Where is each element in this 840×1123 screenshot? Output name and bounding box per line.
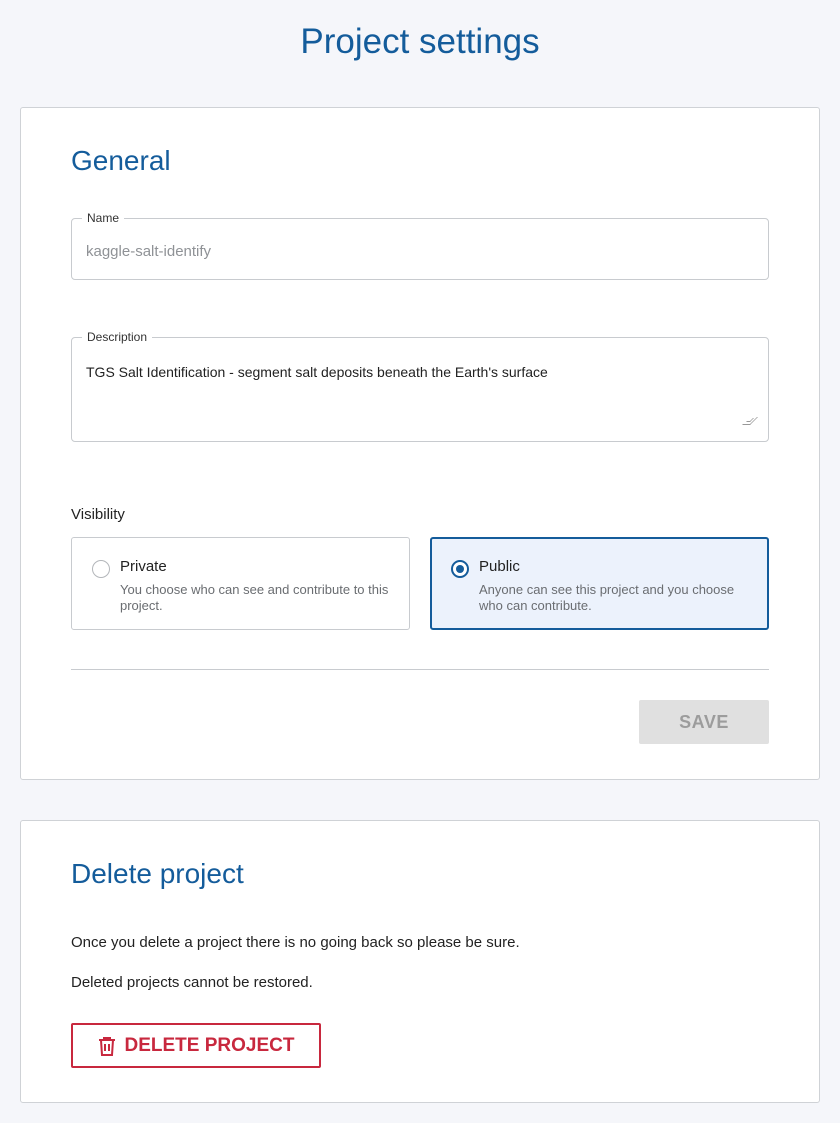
general-section-title: General (71, 145, 171, 176)
name-field: Name (71, 211, 769, 280)
visibility-option-private[interactable]: Private You choose who can see and contr… (71, 537, 410, 630)
private-option-description: You choose who can see and contribute to… (120, 582, 389, 613)
delete-project-button[interactable]: DELETE PROJECT (71, 1023, 321, 1068)
general-settings-card: General Name Description TGS Salt Identi… (20, 107, 820, 780)
delete-restore-text: Deleted projects cannot be restored. (71, 974, 313, 991)
private-option-title: Private (120, 558, 167, 575)
public-option-title: Public (479, 558, 520, 575)
visibility-option-public[interactable]: Public Anyone can see this project and y… (430, 537, 769, 630)
public-option-description: Anyone can see this project and you choo… (479, 582, 735, 613)
visibility-label: Visibility (71, 506, 125, 523)
private-radio-button[interactable] (92, 560, 110, 578)
delete-section-title: Delete project (71, 858, 244, 889)
save-button[interactable]: SAVE (639, 700, 769, 744)
delete-project-card: Delete project Once you delete a project… (20, 820, 820, 1103)
trash-icon (98, 1036, 115, 1056)
description-field-label: Description (82, 330, 153, 344)
delete-project-button-label: DELETE PROJECT (124, 1034, 295, 1056)
delete-warning-text: Once you delete a project there is no go… (71, 934, 520, 951)
page-title: Project settings (300, 22, 540, 61)
name-field-label: Name (82, 211, 125, 225)
name-input[interactable] (86, 243, 746, 260)
description-textarea[interactable]: TGS Salt Identification - segment salt d… (86, 363, 756, 427)
public-radio-button[interactable] (451, 560, 469, 578)
description-field: Description TGS Salt Identification - se… (71, 330, 769, 442)
section-divider (71, 669, 769, 670)
